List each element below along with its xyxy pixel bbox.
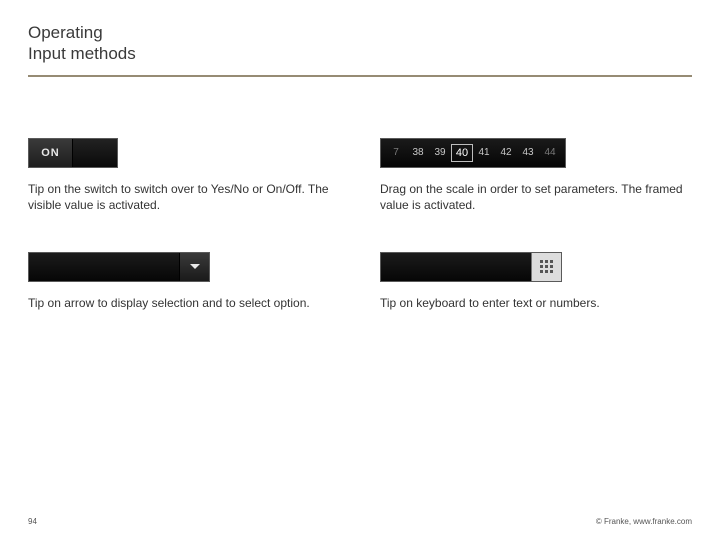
keyboard-input[interactable] [380,252,562,282]
toggle-off-side [73,139,117,167]
scale-slider[interactable]: 7 38 39 40 41 42 43 44 [380,138,566,168]
dropdown-arrow-button[interactable] [179,253,209,281]
keyboard-field [381,253,531,281]
scale-tick: 7 [385,147,407,158]
scale-tick: 42 [495,147,517,158]
chevron-down-icon [189,263,201,271]
page-title: Operating Input methods [28,22,692,65]
dropdown-select[interactable] [28,252,210,282]
dropdown-field [29,253,179,281]
scale-tick: 41 [473,147,495,158]
cell-dropdown: Tip on arrow to display selection and to… [28,251,340,311]
horizontal-rule [28,75,692,77]
scale-caption: Drag on the scale in order to set parame… [380,181,692,213]
input-methods-grid: ON Tip on the switch to switch over to Y… [28,137,692,312]
toggle-on-label: ON [29,139,73,167]
keypad-icon [539,259,555,275]
scale-tick-selected: 40 [451,144,473,162]
scale-tick: 38 [407,147,429,158]
copyright: © Franke, www.franke.com [596,517,692,526]
cell-toggle: ON Tip on the switch to switch over to Y… [28,137,340,213]
scale-tick: 43 [517,147,539,158]
page: Operating Input methods ON Tip on the sw… [0,0,720,540]
scale-tick: 39 [429,147,451,158]
on-off-toggle[interactable]: ON [28,138,118,168]
dropdown-caption: Tip on arrow to display selection and to… [28,295,340,311]
footer: 94 © Franke, www.franke.com [28,517,692,526]
title-line1: Operating [28,22,692,43]
cell-keyboard: Tip on keyboard to enter text or numbers… [380,251,692,311]
cell-scale: 7 38 39 40 41 42 43 44 Drag on the scale… [380,137,692,213]
keyboard-caption: Tip on keyboard to enter text or numbers… [380,295,692,311]
scale-tick: 44 [539,147,561,158]
page-number: 94 [28,517,37,526]
keyboard-button[interactable] [531,253,561,281]
title-line2: Input methods [28,43,692,64]
toggle-caption: Tip on the switch to switch over to Yes/… [28,181,340,213]
